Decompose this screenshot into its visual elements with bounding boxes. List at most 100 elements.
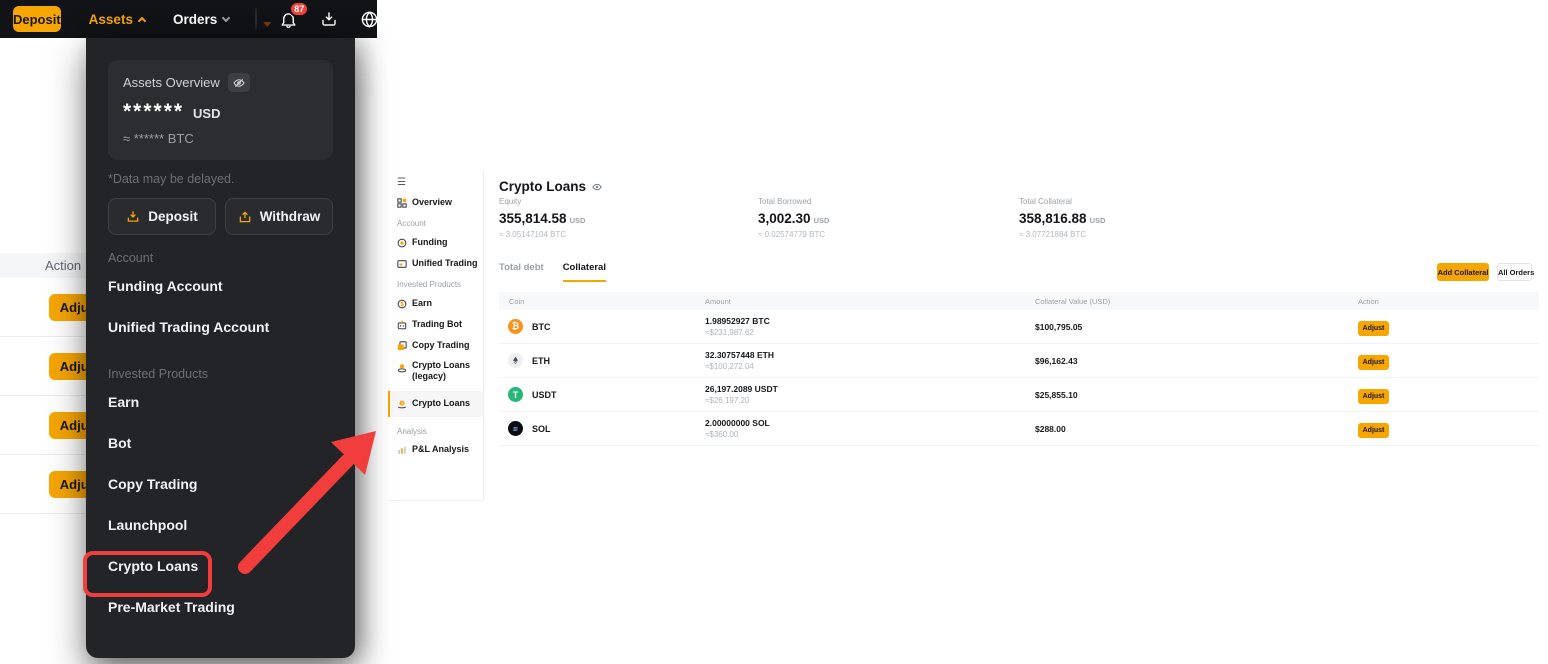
menu-deposit-button[interactable]: Deposit bbox=[108, 198, 216, 235]
menu-item-copy-trading[interactable]: Copy Trading bbox=[108, 463, 333, 504]
trading-bot-icon bbox=[397, 320, 407, 330]
sidebar-item-label: P&L Analysis bbox=[412, 444, 469, 455]
sidebar-item-label: Unified Trading bbox=[412, 258, 478, 269]
menu-item-funding-account[interactable]: Funding Account bbox=[108, 265, 333, 306]
sidebar-item-pnl-analysis[interactable]: P&L Analysis bbox=[397, 444, 483, 457]
hide-balance-button[interactable] bbox=[228, 73, 250, 92]
column-header-action: Action bbox=[1358, 297, 1539, 306]
sidebar-item-funding[interactable]: Funding bbox=[397, 236, 483, 249]
earn-icon bbox=[397, 299, 407, 309]
sidebar-section-account: Account bbox=[397, 219, 483, 228]
amount-usd: ≈$26,197.20 bbox=[705, 396, 1035, 405]
stat-label: Total Borrowed bbox=[758, 197, 829, 206]
menu-item-pre-market-trading[interactable]: Pre-Market Trading bbox=[108, 586, 333, 627]
column-header-collateral-value: Collateral Value (USD) bbox=[1035, 297, 1358, 306]
stat-equity: Equity 355,814.58USD ≈ 3.05147104 BTC bbox=[499, 197, 585, 239]
column-header-amount: Amount bbox=[705, 297, 1035, 306]
all-orders-button[interactable]: All Orders bbox=[1497, 263, 1532, 281]
language-button[interactable] bbox=[360, 8, 379, 30]
stat-label: Total Collateral bbox=[1019, 197, 1105, 206]
crypto-loans-legacy-icon bbox=[397, 363, 407, 373]
adjust-button[interactable]: Adjust bbox=[1358, 321, 1389, 336]
sidebar-item-overview[interactable]: Overview bbox=[397, 196, 483, 209]
sidebar-item-earn[interactable]: Earn bbox=[397, 297, 483, 310]
table-row-usdt: T USDT 26,197.2089 USDT ≈$26,197.20 $25,… bbox=[499, 378, 1539, 412]
column-header-coin: Coin bbox=[499, 297, 705, 306]
menu-withdraw-button[interactable]: Withdraw bbox=[225, 198, 333, 235]
notifications-button[interactable]: 87 bbox=[279, 8, 298, 30]
amount-usd: ≈$231,987.62 bbox=[705, 328, 1035, 337]
menu-item-earn[interactable]: Earn bbox=[108, 381, 333, 422]
menu-item-bot[interactable]: Bot bbox=[108, 422, 333, 463]
adjust-button[interactable]: Adjust bbox=[1358, 355, 1389, 370]
collateral-value: $288.00 bbox=[1035, 424, 1358, 434]
loans-tabs: Total debt Collateral bbox=[499, 262, 606, 282]
sidebar-item-label: Trading Bot bbox=[412, 319, 462, 330]
stat-unit: USD bbox=[1090, 216, 1106, 225]
globe-icon bbox=[360, 10, 379, 29]
coin-symbol: SOL bbox=[532, 424, 551, 434]
menu-item-launchpool[interactable]: Launchpool bbox=[108, 504, 333, 545]
nav-orders[interactable]: Orders bbox=[173, 12, 229, 27]
collateral-table: Coin Amount Collateral Value (USD) Actio… bbox=[499, 292, 1539, 446]
add-collateral-button[interactable]: Add Collateral bbox=[1437, 263, 1489, 281]
deposit-button[interactable]: Deposit bbox=[13, 6, 61, 32]
masked-balance: ****** bbox=[123, 101, 184, 122]
sol-icon bbox=[508, 421, 523, 436]
collateral-value: $96,162.43 bbox=[1035, 356, 1358, 366]
chevron-down-icon bbox=[222, 13, 230, 21]
data-delay-note: *Data may be delayed. bbox=[108, 172, 333, 186]
sidebar-item-label: Copy Trading bbox=[412, 340, 470, 351]
menu-item-crypto-loans[interactable]: Crypto Loans bbox=[108, 545, 333, 586]
collateral-value: $100,795.05 bbox=[1035, 322, 1358, 332]
account-section-label: Account bbox=[108, 251, 333, 265]
menu-withdraw-label: Withdraw bbox=[260, 209, 321, 224]
collateral-table-header: Coin Amount Collateral Value (USD) Actio… bbox=[499, 292, 1539, 310]
sidebar-item-crypto-loans-active[interactable]: Crypto Loans bbox=[388, 391, 483, 417]
btc-icon: ₿ bbox=[508, 319, 523, 334]
tab-collateral[interactable]: Collateral bbox=[563, 262, 606, 282]
usdt-icon: T bbox=[508, 387, 523, 402]
sidebar-item-unified-trading[interactable]: Unified Trading bbox=[397, 257, 483, 270]
coin-symbol: BTC bbox=[532, 322, 551, 332]
stat-label: Equity bbox=[499, 197, 585, 206]
sidebar-section-invested-products: Invested Products bbox=[397, 280, 483, 289]
deposit-icon bbox=[126, 210, 140, 224]
sidebar-item-label: Crypto Loans (legacy) bbox=[412, 360, 474, 383]
sidebar-item-crypto-loans-legacy[interactable]: Crypto Loans (legacy) bbox=[397, 360, 483, 383]
amount-usd: ≈$360.00 bbox=[705, 430, 1035, 439]
download-button[interactable] bbox=[320, 8, 338, 30]
adjust-button[interactable]: Adjust bbox=[1358, 389, 1389, 404]
stat-total-collateral: Total Collateral 358,816.88USD ≈ 3.07721… bbox=[1019, 197, 1105, 239]
nav-assets[interactable]: Assets bbox=[89, 12, 145, 27]
crypto-loans-icon bbox=[397, 399, 407, 409]
balance-currency: USD bbox=[193, 106, 220, 122]
eye-icon[interactable] bbox=[592, 182, 602, 192]
sidebar-item-trading-bot[interactable]: Trading Bot bbox=[397, 318, 483, 331]
tab-total-debt[interactable]: Total debt bbox=[499, 262, 544, 282]
sidebar-collapse-button[interactable]: ☰ bbox=[397, 178, 483, 188]
nav-orders-label: Orders bbox=[173, 12, 217, 27]
assets-overview-title: Assets Overview bbox=[123, 75, 220, 90]
page-title: Crypto Loans bbox=[499, 179, 602, 194]
coin-symbol: USDT bbox=[532, 390, 557, 400]
avatar[interactable] bbox=[255, 7, 257, 31]
table-row-btc: ₿ BTC 1.98952927 BTC ≈$231,987.62 $100,7… bbox=[499, 310, 1539, 344]
sidebar-item-label: Crypto Loans bbox=[412, 398, 470, 409]
sidebar-item-copy-trading[interactable]: Copy Trading bbox=[397, 339, 483, 352]
download-icon bbox=[320, 10, 338, 28]
menu-item-unified-trading-account[interactable]: Unified Trading Account bbox=[108, 306, 333, 347]
action-column-header: Action bbox=[45, 258, 81, 273]
stat-total-borrowed: Total Borrowed 3,002.30USD ≈ 0.02574779 … bbox=[758, 197, 829, 239]
overview-icon bbox=[397, 198, 407, 208]
copy-trading-icon bbox=[397, 341, 407, 351]
adjust-button[interactable]: Adjust bbox=[1358, 423, 1389, 438]
funding-icon bbox=[397, 238, 407, 248]
unified-trading-icon bbox=[397, 259, 407, 269]
invested-products-section-label: Invested Products bbox=[108, 367, 333, 381]
chevron-up-icon bbox=[138, 16, 146, 24]
sidebar-section-analysis: Analysis bbox=[397, 427, 483, 436]
table-row-eth: ETH 32.30757448 ETH ≈$100,272.04 $96,162… bbox=[499, 344, 1539, 378]
stat-value: 355,814.58 bbox=[499, 211, 567, 226]
page-title-text: Crypto Loans bbox=[499, 179, 586, 194]
